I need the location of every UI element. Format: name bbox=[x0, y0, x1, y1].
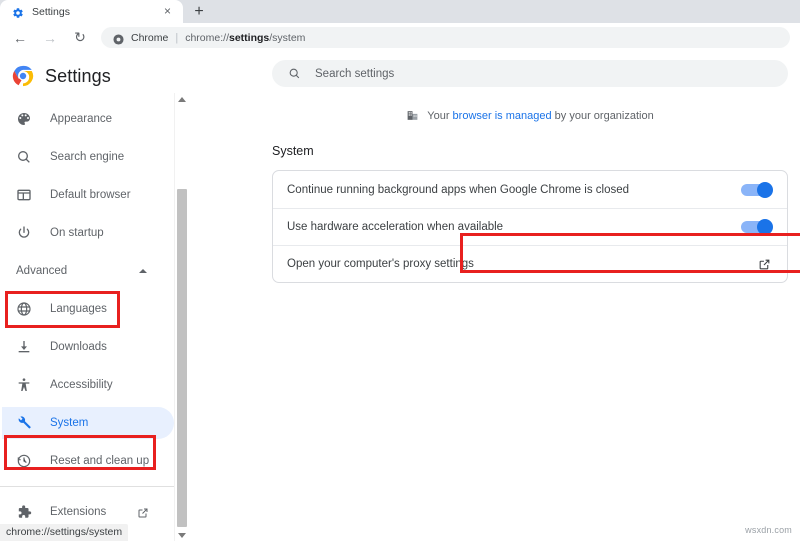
watermark: wsxdn.com bbox=[745, 525, 792, 535]
page-title: Settings bbox=[45, 66, 111, 87]
managed-banner: Your browser is managed by your organiza… bbox=[260, 109, 800, 122]
browser-window: Settings × + ← → ↻ Chrome | chrome://set… bbox=[0, 0, 800, 541]
sidebar-group-label: Advanced bbox=[16, 265, 67, 277]
sidebar-item-on-startup[interactable]: On startup bbox=[0, 214, 175, 252]
external-link-icon[interactable] bbox=[137, 506, 149, 518]
close-icon[interactable]: × bbox=[162, 6, 173, 17]
row-label: Use hardware acceleration when available bbox=[287, 221, 503, 233]
omnibox-chip: Chrome bbox=[131, 32, 168, 44]
new-tab-button[interactable]: + bbox=[190, 3, 208, 21]
managed-banner-text: Your browser is managed by your organiza… bbox=[427, 110, 653, 122]
sidebar-item-label: Extensions bbox=[50, 506, 106, 518]
sidebar-divider bbox=[0, 486, 175, 487]
settings-header: Settings bbox=[0, 52, 175, 92]
browser-toolbar: ← → ↻ Chrome | chrome://settings/system bbox=[0, 23, 800, 52]
sidebar-item-downloads[interactable]: Downloads bbox=[0, 328, 175, 366]
chrome-logo-icon bbox=[12, 65, 34, 87]
settings-sidebar: Settings Appearance Search engine bbox=[0, 52, 175, 541]
palette-icon bbox=[16, 111, 32, 127]
sidebar-item-system[interactable]: System bbox=[0, 404, 175, 442]
sidebar-group-advanced[interactable]: Advanced bbox=[0, 252, 175, 290]
forward-icon[interactable]: → bbox=[37, 25, 63, 51]
search-placeholder: Search settings bbox=[315, 68, 394, 80]
settings-gear-icon bbox=[12, 6, 24, 18]
tab-strip: Settings × + bbox=[0, 0, 800, 23]
search-icon bbox=[288, 67, 301, 80]
settings-page: Settings Appearance Search engine bbox=[0, 52, 800, 541]
sidebar-item-appearance[interactable]: Appearance bbox=[0, 100, 175, 138]
row-label: Continue running background apps when Go… bbox=[287, 184, 629, 196]
sidebar-item-label: Reset and clean up bbox=[50, 455, 149, 467]
scroll-up-icon[interactable] bbox=[175, 93, 188, 105]
back-icon[interactable]: ← bbox=[7, 25, 33, 51]
omnibox-separator: | bbox=[175, 32, 178, 44]
sidebar-item-label: System bbox=[50, 417, 88, 429]
managed-text-after: by your organization bbox=[552, 110, 654, 122]
tab-title: Settings bbox=[32, 6, 70, 18]
address-bar[interactable]: Chrome | chrome://settings/system bbox=[101, 27, 790, 48]
managed-text-before: Your bbox=[427, 110, 452, 122]
url-bold: settings bbox=[229, 32, 269, 44]
scroll-down-icon[interactable] bbox=[175, 529, 188, 541]
url-prefix: chrome:// bbox=[185, 32, 229, 44]
url-suffix: /system bbox=[269, 32, 305, 44]
settings-main: Search settings Your browser is managed … bbox=[188, 52, 800, 541]
sidebar-nav: Appearance Search engine Default browser bbox=[0, 100, 175, 541]
chrome-logo-icon bbox=[113, 32, 124, 43]
section-title: System bbox=[272, 144, 800, 158]
scrollbar-thumb[interactable] bbox=[177, 189, 187, 527]
sidebar-item-label: Languages bbox=[50, 303, 107, 315]
toggle-background-apps[interactable] bbox=[741, 184, 771, 196]
sidebar-item-languages[interactable]: Languages bbox=[0, 290, 175, 328]
tab-settings[interactable]: Settings × bbox=[0, 0, 183, 23]
managed-link[interactable]: browser is managed bbox=[453, 110, 552, 122]
row-label: Open your computer's proxy settings bbox=[287, 258, 474, 270]
external-link-icon[interactable] bbox=[758, 258, 771, 271]
sidebar-item-label: Appearance bbox=[50, 113, 112, 125]
history-clock-icon bbox=[16, 453, 32, 469]
sidebar-item-label: Default browser bbox=[50, 189, 131, 201]
search-row: Search settings bbox=[188, 52, 800, 87]
toggle-hardware-acceleration[interactable] bbox=[741, 221, 771, 233]
sidebar-item-label: Downloads bbox=[50, 341, 107, 353]
sidebar-main-divider bbox=[175, 52, 176, 541]
sidebar-item-label: On startup bbox=[50, 227, 104, 239]
globe-icon bbox=[16, 301, 32, 317]
power-icon bbox=[16, 225, 32, 241]
sidebar-item-label: Accessibility bbox=[50, 379, 113, 391]
accessibility-icon bbox=[16, 377, 32, 393]
download-icon bbox=[16, 339, 32, 355]
sidebar-item-default-browser[interactable]: Default browser bbox=[0, 176, 175, 214]
search-icon bbox=[16, 149, 32, 165]
row-proxy-settings[interactable]: Open your computer's proxy settings bbox=[273, 245, 787, 282]
puzzle-piece-icon bbox=[16, 504, 32, 520]
wrench-icon bbox=[16, 415, 32, 431]
browser-window-icon bbox=[16, 187, 32, 203]
row-background-apps[interactable]: Continue running background apps when Go… bbox=[273, 171, 787, 208]
status-bubble: chrome://settings/system bbox=[0, 524, 128, 541]
system-settings-card: Continue running background apps when Go… bbox=[272, 170, 788, 283]
row-hardware-acceleration[interactable]: Use hardware acceleration when available bbox=[273, 208, 787, 245]
reload-icon[interactable]: ↻ bbox=[67, 25, 93, 51]
sidebar-item-accessibility[interactable]: Accessibility bbox=[0, 366, 175, 404]
sidebar-item-search-engine[interactable]: Search engine bbox=[0, 138, 175, 176]
chevron-up-icon[interactable] bbox=[139, 269, 147, 273]
omnibox-url: chrome://settings/system bbox=[185, 32, 305, 44]
sidebar-item-label: Search engine bbox=[50, 151, 124, 163]
search-input[interactable]: Search settings bbox=[272, 60, 788, 87]
enterprise-building-icon bbox=[406, 109, 419, 122]
sidebar-item-reset-and-clean-up[interactable]: Reset and clean up bbox=[0, 442, 175, 480]
